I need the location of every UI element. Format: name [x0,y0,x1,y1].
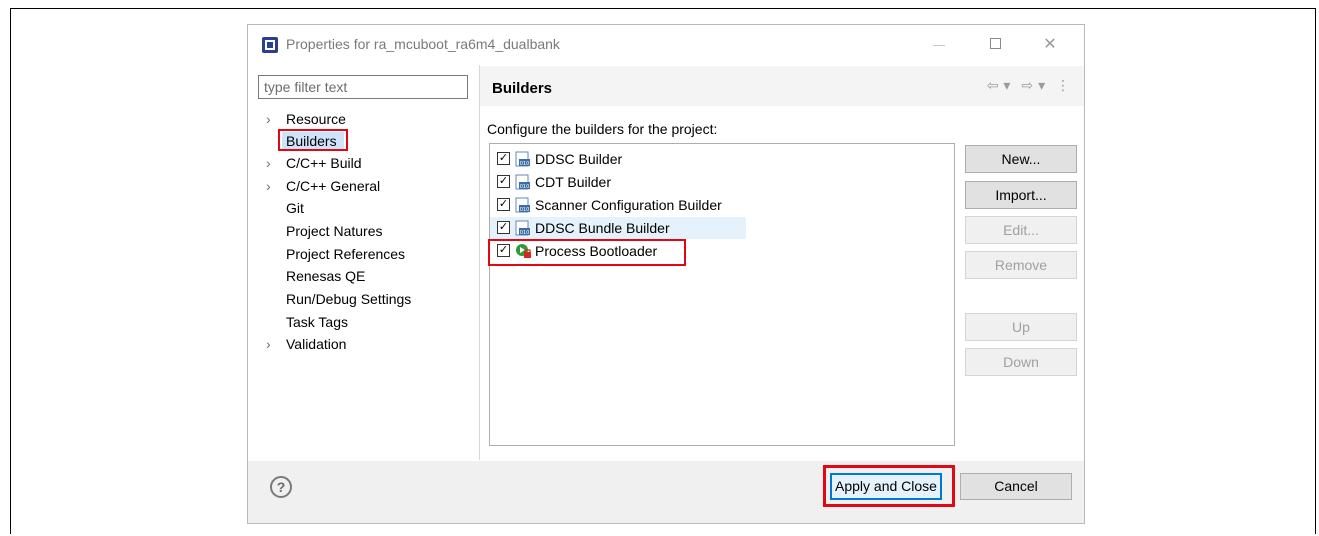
back-dropdown-icon[interactable]: ▾ [1003,77,1012,94]
builder-binary-icon: 010 [515,151,530,167]
svg-text:010: 010 [520,184,530,190]
dialog-footer: ? Apply and Close Cancel [248,461,1084,523]
down-button[interactable]: Down [965,348,1077,376]
annotation-highlight-process-bootloader [488,239,686,266]
cancel-button[interactable]: Cancel [960,473,1072,500]
page-navigation: ⇦ ▾ ⇨ ▾ ⋮ [984,77,1072,94]
view-menu-icon[interactable]: ⋮ [1056,77,1072,94]
tree-item-label: C/C++ General [286,178,381,194]
new-button[interactable]: New... [965,145,1077,173]
app-icon [262,37,278,53]
forward-dropdown-icon[interactable]: ▾ [1038,77,1047,94]
tree-item-label: Validation [286,336,347,352]
tree-item-label: Git [286,200,304,216]
builder-label: DDSC Builder [535,151,623,167]
close-icon: ✕ [1043,36,1057,53]
builder-binary-icon: 010 [515,220,530,236]
maximize-button[interactable] [981,33,1011,57]
builder-checkbox[interactable]: ✓ [497,221,510,234]
page-title: Builders [492,80,553,97]
tree-item-label: Project Natures [286,223,383,239]
svg-text:010: 010 [520,230,530,236]
tree-item-label: Renesas QE [286,268,366,284]
minimize-button[interactable] [924,33,954,57]
builder-checkbox[interactable]: ✓ [497,175,510,188]
help-icon[interactable]: ? [270,476,292,498]
builder-checkbox[interactable]: ✓ [497,152,510,165]
svg-text:010: 010 [520,161,530,167]
builder-binary-icon: 010 [515,197,530,213]
forward-arrow-icon[interactable]: ⇨ [1021,77,1035,94]
chevron-right-icon[interactable]: › [266,333,271,355]
chevron-right-icon[interactable]: › [266,152,271,174]
panel-divider[interactable] [479,65,480,460]
svg-text:010: 010 [520,207,530,213]
title-bar: Properties for ra_mcuboot_ra6m4_dualbank… [248,25,1084,65]
apply-and-close-button[interactable]: Apply and Close [830,473,942,500]
window-title: Properties for ra_mcuboot_ra6m4_dualbank [286,36,560,52]
chevron-right-icon[interactable]: › [266,175,271,197]
tree-item-label: Resource [286,111,346,127]
builder-label: DDSC Bundle Builder [535,220,670,236]
tree-item-label: Run/Debug Settings [286,291,412,307]
tree-item-label: Task Tags [286,314,348,330]
tree-item-label: C/C++ Build [286,155,362,171]
builder-binary-icon: 010 [515,174,530,190]
up-button[interactable]: Up [965,313,1077,341]
tree-item-label: Builders [286,133,337,149]
builder-label: CDT Builder [535,174,611,190]
close-button[interactable]: ✕ [1035,33,1065,57]
filter-input[interactable] [258,75,468,99]
builders-list: ✓ 010 DDSC Builder ✓ 010 CDT Builder ✓ 0… [488,143,955,446]
builder-label: Scanner Configuration Builder [535,197,722,213]
page-header: Builders ⇦ ▾ ⇨ ▾ ⋮ [480,66,1084,106]
back-arrow-icon[interactable]: ⇦ [987,77,1001,94]
edit-button[interactable]: Edit... [965,216,1077,244]
builder-checkbox[interactable]: ✓ [497,198,510,211]
tree-item-label: Project References [286,246,406,262]
import-button[interactable]: Import... [965,181,1077,209]
chevron-right-icon[interactable]: › [266,108,271,130]
remove-button[interactable]: Remove [965,251,1077,279]
properties-dialog: Properties for ra_mcuboot_ra6m4_dualbank… [247,24,1085,524]
builders-description: Configure the builders for the project: [487,121,718,137]
